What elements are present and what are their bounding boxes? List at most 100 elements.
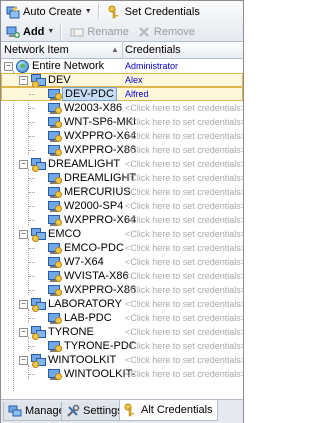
tree-row-computer[interactable]: DREAMLIGHT <Click here to set credential… — [1, 171, 243, 185]
toolbar-row-bottom: Add ▼ Rename Remove — [1, 22, 243, 41]
tree-row-computer[interactable]: WVISTA-X86 <Click here to set credential… — [1, 269, 243, 283]
domain-icon — [31, 325, 46, 340]
tab-manage[interactable]: Manage — [3, 402, 70, 421]
computer-icon — [47, 87, 62, 101]
remove-button[interactable]: Remove — [134, 23, 198, 40]
rename-label: Rename — [87, 25, 129, 38]
chevron-down-icon: ▼ — [47, 28, 55, 35]
tree-connector — [29, 108, 35, 109]
tab-settings-label: Settings — [83, 405, 123, 417]
tree-row-group[interactable]: − EMCO <Click here to set credentials> — [1, 227, 243, 242]
credential-value[interactable]: <Click here to set credentials> — [125, 129, 243, 143]
tab-alt-credentials[interactable]: Alt Credentials — [119, 400, 218, 421]
add-button[interactable]: Add ▼ — [3, 23, 57, 40]
credential-value[interactable]: <Click here to set credentials> — [125, 185, 243, 199]
computer-icon — [47, 143, 62, 157]
computer-icon — [47, 185, 62, 199]
rename-icon — [70, 25, 84, 39]
tree-row-computer[interactable]: LAB-PDC <Click here to set credentials> — [1, 311, 243, 325]
computer-icon — [47, 171, 62, 185]
credential-value[interactable]: <Click here to set credentials> — [125, 241, 243, 255]
tree-row-computer[interactable]: WINTOOLKIT- <Click here to set credentia… — [1, 367, 243, 381]
tree-row-group[interactable]: − WINTOOLKIT <Click here to set credenti… — [1, 353, 243, 368]
collapse-icon[interactable]: − — [19, 230, 28, 239]
network-tree[interactable]: − Entire Network Administrator − DEV Ale… — [1, 59, 243, 397]
collapse-icon[interactable]: − — [19, 328, 28, 337]
credential-value[interactable]: <Click here to set credentials> — [125, 213, 243, 227]
tree-item-label: Entire Network — [32, 60, 105, 72]
credential-value[interactable]: <Click here to set credentials> — [125, 143, 243, 157]
credential-value[interactable]: <Click here to set credentials> — [125, 101, 243, 115]
collapse-icon[interactable]: − — [19, 160, 28, 169]
tree-item-label: LAB-PDC — [64, 312, 112, 324]
toolbar-separator — [60, 24, 63, 39]
credential-value[interactable]: <Click here to set credentials> — [125, 269, 243, 283]
column-network-item[interactable]: Network Item ▲ — [1, 42, 123, 58]
settings-icon — [66, 404, 80, 418]
tree-row-group[interactable]: − LABORATORY <Click here to set credenti… — [1, 297, 243, 312]
bottom-tab-strip: Manage Settings Alt Credentials — [1, 399, 243, 423]
credential-value[interactable]: Administrator — [125, 59, 178, 73]
remove-label: Remove — [153, 25, 195, 38]
tree-row-computer[interactable]: MERCURIUS <Click here to set credentials… — [1, 185, 243, 199]
tree-connector — [29, 290, 35, 291]
auto-create-icon — [6, 5, 20, 19]
tree-row-computer[interactable]: WXPPRO-X86 <Click here to set credential… — [1, 283, 243, 297]
credential-value[interactable]: <Click here to set credentials> — [125, 367, 243, 381]
computer-icon — [47, 115, 62, 129]
sort-ascending-icon: ▲ — [111, 45, 119, 54]
computer-icon — [47, 213, 62, 227]
tree-row-computer[interactable]: W2000-SP4 <Click here to set credentials… — [1, 199, 243, 213]
tree-item-label: DREAMLIGHT — [48, 158, 121, 170]
tree-row-computer[interactable]: WXPPRO-X64 <Click here to set credential… — [1, 129, 243, 143]
rename-button[interactable]: Rename — [67, 23, 132, 40]
column-credentials-label: Credentials — [125, 44, 181, 56]
credential-value[interactable]: Alfred — [125, 87, 149, 101]
tree-item-label: TYRONE — [48, 326, 94, 338]
credential-value[interactable]: <Click here to set credentials> — [125, 115, 243, 129]
tree-row-group[interactable]: − DREAMLIGHT <Click here to set credenti… — [1, 157, 243, 172]
tree-row-computer[interactable]: WXPPRO-X64 <Click here to set credential… — [1, 213, 243, 227]
tab-settings[interactable]: Settings — [61, 402, 128, 421]
chevron-down-icon: ▼ — [84, 8, 92, 15]
collapse-icon[interactable]: − — [19, 76, 28, 85]
credential-value[interactable]: Alex — [125, 73, 143, 87]
tree-connector — [29, 346, 35, 347]
credential-value[interactable]: <Click here to set credentials> — [125, 283, 243, 297]
tree-item-label: W2003-X86 — [64, 102, 123, 114]
credential-value[interactable]: <Click here to set credentials> — [125, 255, 243, 269]
credential-value[interactable]: <Click here to set credentials> — [125, 157, 243, 171]
collapse-icon[interactable]: − — [19, 300, 28, 309]
tree-row-group[interactable]: − TYRONE <Click here to set credentials> — [1, 325, 243, 340]
credential-value[interactable]: <Click here to set credentials> — [125, 353, 243, 367]
tree-row-root[interactable]: − Entire Network Administrator — [1, 59, 243, 73]
credential-value[interactable]: <Click here to set credentials> — [125, 311, 243, 325]
tree-row-computer[interactable]: W7-X64 <Click here to set credentials> — [1, 255, 243, 269]
auto-create-button[interactable]: Auto Create ▼ — [3, 3, 95, 20]
tree-row-group[interactable]: − DEV Alex — [1, 73, 243, 88]
alt-credentials-icon — [124, 403, 138, 417]
tree-row-computer[interactable]: DEV-PDC Alfred — [1, 87, 243, 101]
computer-icon — [47, 255, 62, 269]
set-credentials-button[interactable]: Set Credentials — [105, 3, 203, 20]
globe-icon — [15, 59, 29, 73]
column-header: Network Item ▲ Credentials — [1, 42, 243, 59]
tree-row-computer[interactable]: EMCO-PDC <Click here to set credentials> — [1, 241, 243, 255]
tree-row-computer[interactable]: WNT-SP6-MKI <Click here to set credentia… — [1, 115, 243, 129]
credential-value[interactable]: <Click here to set credentials> — [125, 339, 243, 353]
collapse-icon[interactable]: − — [4, 62, 13, 71]
credential-value[interactable]: <Click here to set credentials> — [125, 325, 243, 339]
column-credentials[interactable]: Credentials — [122, 42, 243, 58]
tree-item-label: EMCO-PDC — [64, 242, 124, 254]
credential-value[interactable]: <Click here to set credentials> — [125, 297, 243, 311]
credential-value[interactable]: <Click here to set credentials> — [125, 171, 243, 185]
credential-value[interactable]: <Click here to set credentials> — [125, 199, 243, 213]
credential-value[interactable]: <Click here to set credentials> — [125, 227, 243, 241]
tree-row-computer[interactable]: W2003-X86 <Click here to set credentials… — [1, 101, 243, 115]
tree-row-computer[interactable]: TYRONE-PDC <Click here to set credential… — [1, 339, 243, 353]
tree-row-computer[interactable]: WXPPRO-X86 <Click here to set credential… — [1, 143, 243, 157]
collapse-icon[interactable]: − — [19, 356, 28, 365]
tree-connector — [29, 220, 35, 221]
tree-item-label: EMCO — [48, 228, 81, 240]
tree-connector — [29, 276, 35, 277]
